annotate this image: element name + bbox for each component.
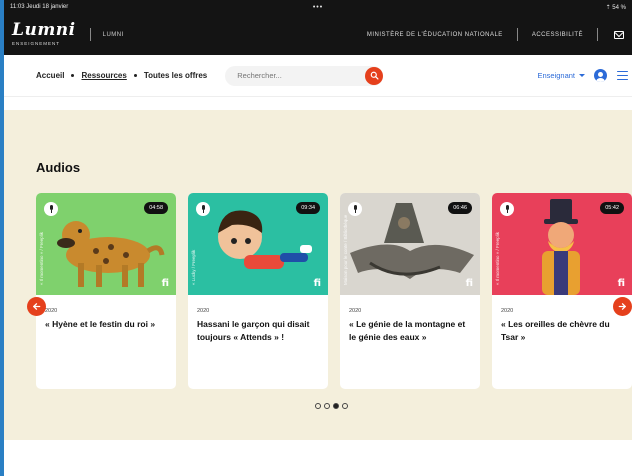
lumni-link[interactable]: LUMNI	[103, 32, 124, 38]
microphone-icon	[505, 205, 509, 213]
audio-badge	[348, 202, 362, 216]
credit-label: Maison pour le conte / Bibliothèque	[343, 214, 348, 285]
audio-card[interactable]: 04:58 « Il momentino » / Freeplik fi 202…	[36, 193, 176, 389]
role-selector[interactable]: Enseignant	[537, 71, 585, 80]
lumni-logo[interactable]: Lumni ENSEIGNEMENT	[12, 22, 76, 47]
carousel-next-button[interactable]	[613, 297, 632, 316]
main-nav: Accueil Ressources Toutes les offres Ens…	[4, 55, 632, 97]
card-year: 2020	[349, 308, 362, 314]
microphone-icon	[353, 205, 357, 213]
chevron-down-icon	[579, 74, 585, 77]
device-status-bar: 11:03 Jeudi 18 janvier ••• ⇡ 54 %	[4, 0, 632, 14]
divider	[597, 28, 598, 41]
franceinfo-icon: fi	[161, 278, 169, 289]
next-section	[4, 440, 632, 476]
search-input[interactable]	[237, 71, 358, 80]
card-year: 2020	[197, 308, 210, 314]
duration-badge: 05:42	[600, 202, 624, 214]
card-title: Hassani le garçon qui disait toujours « …	[197, 319, 310, 342]
nav-resources-link[interactable]: Ressources	[81, 71, 126, 80]
audio-badge	[44, 202, 58, 216]
microphone-icon	[201, 205, 205, 213]
multitask-dots[interactable]: •••	[215, 4, 420, 11]
microphone-icon	[49, 205, 53, 213]
accessibility-link[interactable]: ACCESSIBILITÉ	[532, 32, 583, 38]
franceinfo-icon: fi	[617, 278, 625, 289]
card-title: « Le génie de la montagne et le génie de…	[349, 319, 466, 342]
credit-label: « Lucky / Freeplik	[191, 249, 196, 285]
duration-badge: 06:46	[448, 202, 472, 214]
card-title: « Hyène et le festin du roi »	[45, 319, 156, 329]
nav-separator-dot	[133, 74, 137, 77]
card-title: « Les oreilles de chèvre du Tsar »	[501, 319, 610, 342]
search-bar	[225, 65, 384, 86]
nav-home-link[interactable]: Accueil	[36, 71, 64, 80]
arrow-right-icon	[618, 303, 626, 310]
card-year: 2020	[45, 308, 58, 314]
carousel-prev-button[interactable]	[27, 297, 46, 316]
logo-subtitle: ENSEIGNEMENT	[12, 41, 61, 47]
top-bar: Lumni ENSEIGNEMENT LUMNI MINISTÈRE DE L'…	[4, 14, 632, 55]
carousel-dot[interactable]	[324, 403, 330, 409]
nav-separator-dot	[71, 74, 75, 77]
carousel-dot[interactable]	[342, 403, 348, 409]
user-account-icon[interactable]	[594, 69, 607, 82]
duration-badge: 04:58	[144, 202, 168, 214]
franceinfo-icon: fi	[465, 278, 473, 289]
section-title: Audios	[36, 160, 81, 175]
audio-badge	[196, 202, 210, 216]
card-thumbnail: 09:34 « Lucky / Freeplik fi	[188, 193, 328, 295]
divider	[516, 28, 518, 41]
arrow-left-icon	[33, 303, 41, 310]
hamburger-menu-icon[interactable]	[617, 70, 628, 81]
card-year: 2020	[501, 308, 514, 314]
franceinfo-icon: fi	[313, 278, 321, 289]
battery-indicator: ⇡ 54 %	[605, 4, 626, 11]
audio-badge	[500, 202, 514, 216]
role-label: Enseignant	[537, 71, 575, 80]
audio-card[interactable]: 06:46 Maison pour le conte / Bibliothèqu…	[340, 193, 480, 389]
mail-icon[interactable]	[614, 30, 624, 39]
carousel-pagination	[315, 403, 348, 409]
carousel-dot-active[interactable]	[333, 403, 339, 409]
card-thumbnail: 06:46 Maison pour le conte / Bibliothèqu…	[340, 193, 480, 295]
logo-wordmark: Lumni	[12, 20, 76, 41]
search-button[interactable]	[365, 66, 384, 85]
nav-all-offers-link[interactable]: Toutes les offres	[144, 71, 207, 80]
status-time: 11:03 Jeudi 18 janvier	[10, 4, 69, 10]
credit-label: « Il momentino » / Freeplik	[39, 231, 44, 285]
card-thumbnail: 04:58 « Il momentino » / Freeplik fi	[36, 193, 176, 295]
card-thumbnail: 05:42 « Il momentino » / Freeplik fi	[492, 193, 632, 295]
audio-card[interactable]: 05:42 « Il momentino » / Freeplik fi 202…	[492, 193, 632, 389]
audio-card[interactable]: 09:34 « Lucky / Freeplik fi 2020 Hassani…	[188, 193, 328, 389]
search-icon	[370, 71, 379, 80]
duration-badge: 09:34	[296, 202, 320, 214]
audios-section: Audios 04:58 « Il momentino » / Freeplik	[4, 110, 632, 440]
carousel-dot[interactable]	[315, 403, 321, 409]
credit-label: « Il momentino » / Freeplik	[495, 231, 500, 285]
divider	[89, 28, 91, 41]
ministry-link[interactable]: MINISTÈRE DE L'ÉDUCATION NATIONALE	[367, 32, 503, 38]
